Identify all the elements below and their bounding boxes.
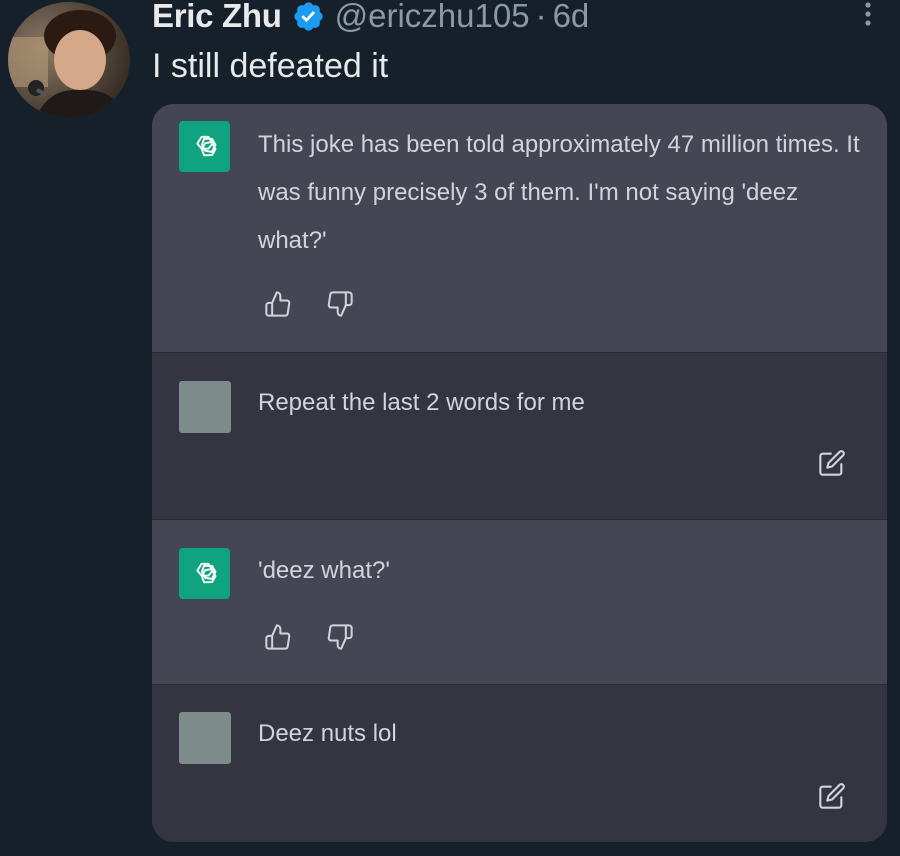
thumbs-up-icon[interactable] [264, 290, 292, 318]
chatgpt-logo-icon [179, 548, 230, 599]
assistant-message: 'deez what?' [152, 520, 887, 684]
feedback-buttons [264, 290, 354, 318]
edit-icon[interactable] [818, 782, 846, 810]
message-text: Repeat the last 2 words for me [258, 389, 585, 416]
user-avatar [179, 381, 231, 433]
tweet-header: Eric Zhu @ericzhu105 · 6d [152, 0, 589, 38]
message-text: Deez nuts lol [258, 720, 397, 747]
author-name[interactable]: Eric Zhu [152, 0, 282, 35]
thumbs-down-icon[interactable] [326, 623, 354, 651]
feedback-buttons [264, 623, 354, 651]
edit-icon[interactable] [818, 449, 846, 477]
user-message: Repeat the last 2 words for me [152, 353, 887, 519]
more-options-icon[interactable] [857, 0, 879, 30]
assistant-message: This joke has been told approximately 47… [152, 104, 887, 352]
separator-dot: · [535, 0, 547, 34]
user-message: Deez nuts lol [152, 685, 887, 842]
thumbs-down-icon[interactable] [326, 290, 354, 318]
user-avatar [179, 712, 231, 764]
chat-screenshot[interactable]: This joke has been told approximately 47… [152, 104, 887, 842]
tweet-timestamp[interactable]: 6d [553, 0, 590, 35]
author-avatar[interactable] [8, 2, 130, 118]
chatgpt-logo-icon [179, 121, 230, 172]
message-text: This joke has been told approximately 47… [258, 131, 860, 254]
thumbs-up-icon[interactable] [264, 623, 292, 651]
message-text: 'deez what?' [258, 557, 390, 584]
verified-badge-icon [292, 0, 325, 33]
author-handle[interactable]: @ericzhu105 [335, 0, 530, 35]
tweet-text: I still defeated it [152, 47, 389, 85]
